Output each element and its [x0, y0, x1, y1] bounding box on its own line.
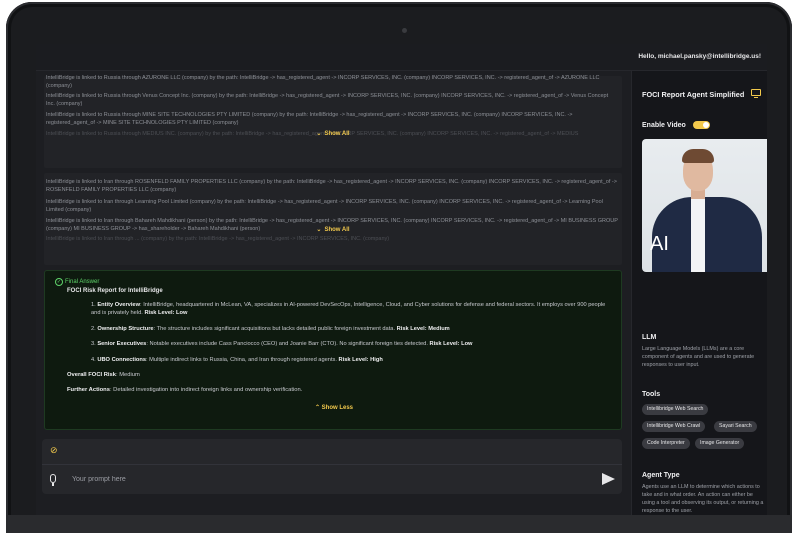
- monitor-icon[interactable]: [751, 89, 761, 96]
- results-block: IntelliBridge is linked to Iran through …: [44, 173, 622, 265]
- tool-chip[interactable]: Code Interpreter: [642, 438, 690, 449]
- result-line: IntelliBridge is linked to Iran through …: [46, 199, 603, 213]
- result-line: IntelliBridge is linked to Iran through …: [46, 179, 617, 193]
- show-less-button[interactable]: ⌃ Show Less: [45, 404, 623, 411]
- result-line-faded: IntelliBridge is linked to Iran through …: [46, 236, 390, 242]
- overall-risk: Overall FOCI Risk: Medium: [67, 372, 140, 378]
- microphone-icon[interactable]: [50, 474, 56, 483]
- chevron-down-icon: ⌄: [316, 227, 322, 233]
- report-item: 4. UBO Connections: Multiple indirect li…: [91, 357, 383, 363]
- chevron-up-icon: ⌃: [314, 405, 320, 411]
- agent-type-title: Agent Type: [642, 472, 680, 479]
- llm-description: Large Language Models (LLMs) are a core …: [642, 346, 755, 368]
- tools-title: Tools: [642, 391, 661, 398]
- avatar-hair: [682, 149, 714, 163]
- chat-main: IntelliBridge is linked to Russia throug…: [36, 71, 631, 515]
- enable-video-label: Enable Video: [642, 122, 686, 129]
- final-answer-card: ✓ Final Answer FOCI Risk Report for Inte…: [44, 270, 622, 430]
- llm-title: LLM: [642, 334, 657, 341]
- result-line: IntelliBridge is linked to Russia throug…: [46, 112, 573, 126]
- laptop-base: [6, 515, 792, 533]
- user-greeting: Hello, michael.pansky@intellibridge.us!: [638, 53, 761, 60]
- show-all-button[interactable]: ⌄ Show All: [44, 226, 622, 233]
- prompt-composer: ⊘: [42, 439, 622, 494]
- composer-divider: [42, 464, 622, 465]
- agent-panel: FOCI Report Agent Simplified Enable Vide…: [631, 71, 767, 515]
- tool-chip[interactable]: Sayari Search: [714, 421, 757, 432]
- toggle-knob: [703, 122, 709, 128]
- avatar-ai-label: AI: [650, 233, 669, 255]
- app-screen: Hello, michael.pansky@intellibridge.us! …: [36, 44, 767, 515]
- avatar-video: AI: [642, 139, 767, 272]
- results-block: IntelliBridge is linked to Russia throug…: [44, 75, 622, 168]
- tool-chip[interactable]: Intellibridge Web Search: [642, 404, 709, 415]
- final-answer-label: Final Answer: [65, 279, 100, 285]
- prompt-input[interactable]: [72, 472, 592, 486]
- result-line: IntelliBridge is linked to Russia throug…: [46, 75, 600, 89]
- tool-chip[interactable]: Image Generator: [695, 438, 745, 449]
- report-item: 3. Senior Executives: Notable executives…: [91, 341, 473, 347]
- show-all-button[interactable]: ⌄ Show All: [44, 130, 622, 137]
- top-bar: Hello, michael.pansky@intellibridge.us!: [36, 44, 767, 71]
- paperclip-icon[interactable]: ⊘: [50, 445, 58, 456]
- tool-chip[interactable]: Intellibridge Web Crawl: [642, 421, 706, 432]
- agent-type-description: Agents use an LLM to determine which act…: [642, 484, 764, 514]
- report-title: FOCI Risk Report for IntelliBridge: [67, 288, 163, 294]
- agent-title: FOCI Report Agent Simplified: [642, 90, 745, 99]
- monitor-stand: [754, 97, 758, 99]
- chevron-down-icon: ⌄: [316, 131, 322, 137]
- camera-dot: [402, 28, 407, 33]
- send-icon[interactable]: [602, 473, 615, 485]
- check-circle-icon: ✓: [55, 278, 63, 286]
- microphone-stem: [52, 483, 54, 486]
- report-item: 1. Entity Overview: IntelliBridge, headq…: [91, 302, 606, 316]
- result-line: IntelliBridge is linked to Russia throug…: [46, 93, 609, 107]
- avatar-shirt: [691, 197, 705, 272]
- report-item: 2. Ownership Structure: The structure in…: [91, 326, 450, 332]
- enable-video-toggle[interactable]: [693, 121, 710, 129]
- further-actions: Further Actions: Detailed investigation …: [67, 387, 303, 393]
